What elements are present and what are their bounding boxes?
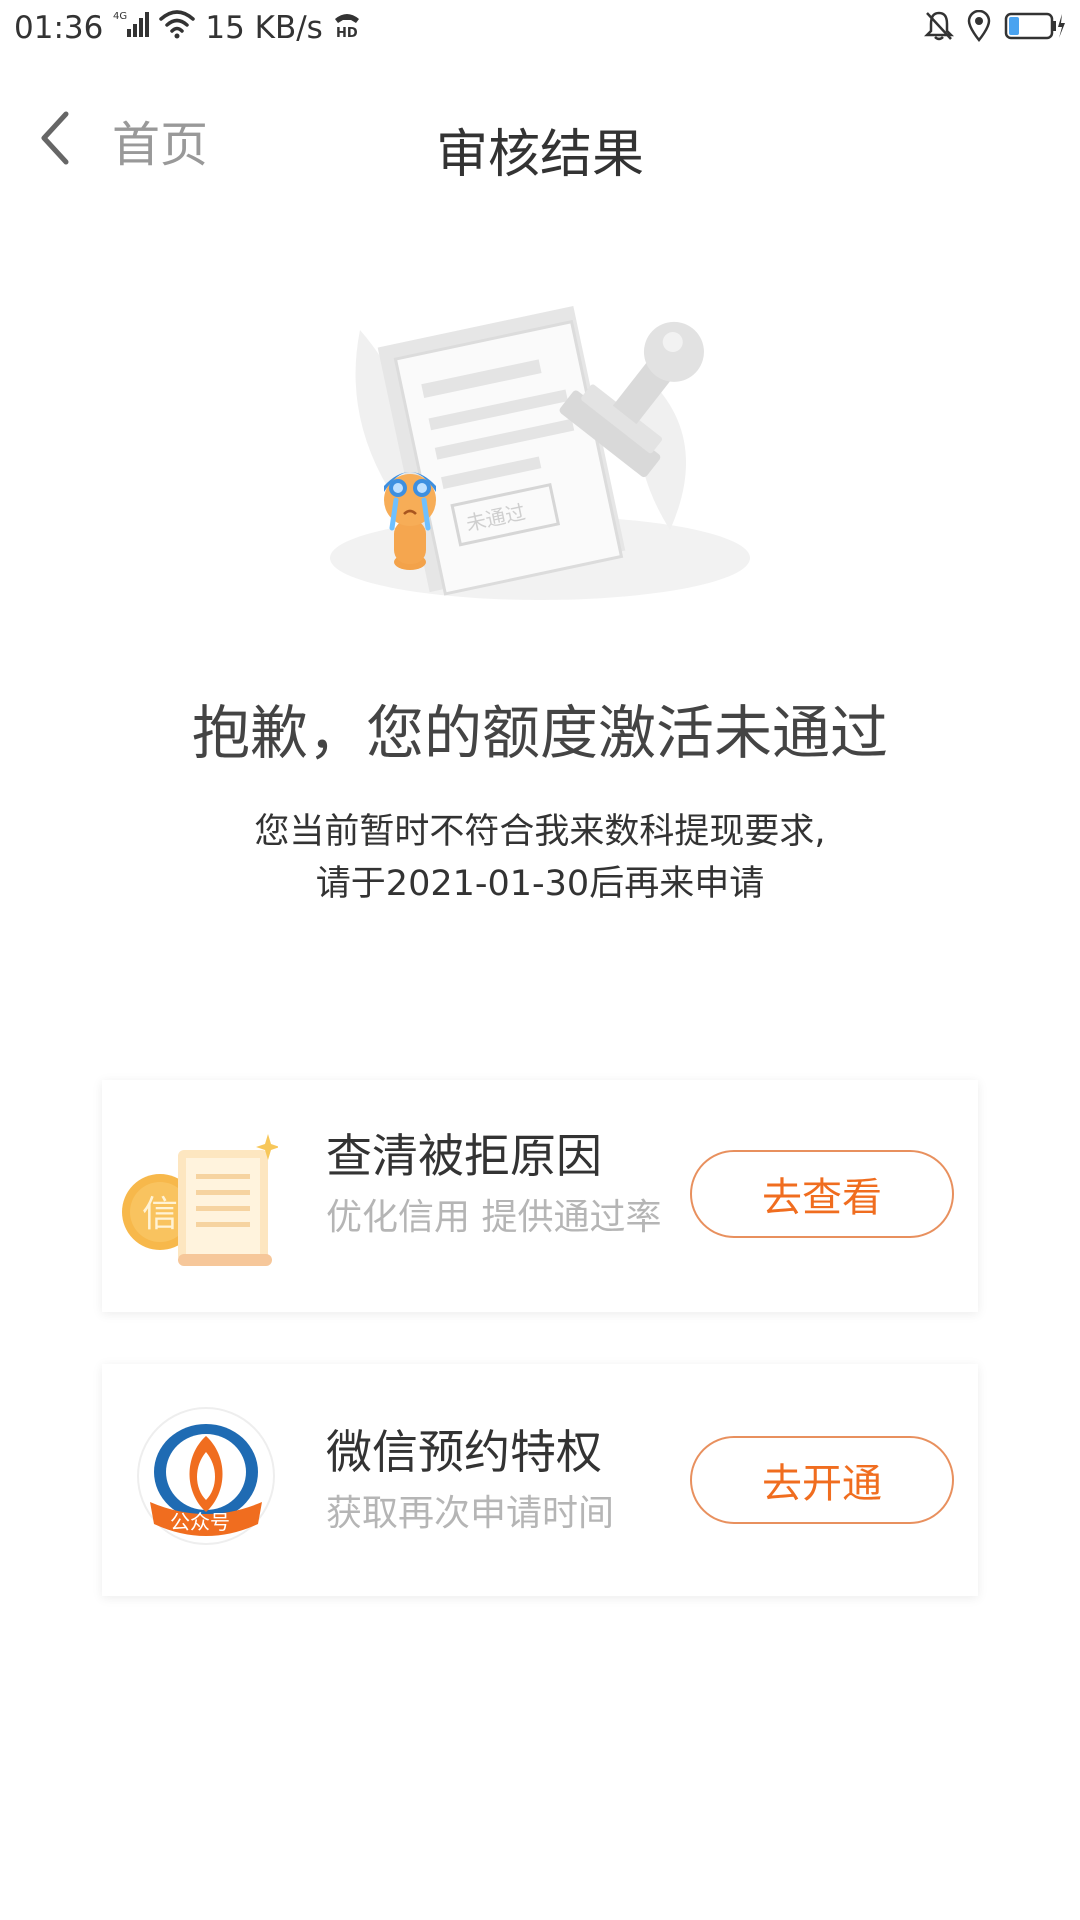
wechat-official-account-icon: 公众号	[136, 1406, 276, 1546]
result-description: 您当前暂时不符合我来数科提现要求, 请于2021-01-30后再来申请	[0, 806, 1080, 910]
status-time: 01:36	[14, 10, 104, 46]
wifi-icon	[159, 9, 196, 47]
network-speed: 15 KB/s	[205, 10, 323, 46]
card-subtitle: 获取再次申请时间	[326, 1493, 615, 1534]
battery-charging-icon	[992, 11, 1066, 45]
status-bar: 01:36 4G 15 KB/s HD	[0, 0, 1080, 56]
credit-scroll-icon: 信	[118, 1120, 280, 1280]
status-bar-left: 01:36 4G 15 KB/s HD	[14, 6, 363, 50]
coin-char: 信	[142, 1194, 178, 1235]
result-description-line-1: 您当前暂时不符合我来数科提现要求,	[254, 812, 826, 852]
open-privilege-button[interactable]: 去开通	[690, 1436, 954, 1524]
hd-call-icon: HD	[331, 9, 363, 47]
official-account-badge: 公众号	[170, 1510, 230, 1534]
result-description-line-2: 请于2021-01-30后再来申请	[315, 864, 765, 904]
result-title: 抱歉，您的额度激活未通过	[191, 699, 888, 767]
nav-bar: 首页 审核结果	[0, 90, 1080, 190]
network-type-label: 4G	[113, 11, 127, 22]
location-icon	[954, 9, 992, 46]
card-text: 微信预约特权 获取再次申请时间	[326, 1422, 666, 1536]
status-bar-right	[912, 6, 1066, 50]
card-text: 查清被拒原因 优化信用 提供通过率	[326, 1126, 666, 1240]
card-title: 微信预约特权	[326, 1425, 602, 1479]
hd-label: HD	[336, 26, 358, 39]
rejected-illustration: 未通过	[320, 290, 760, 610]
mute-bell-icon	[912, 10, 955, 46]
view-reason-button[interactable]: 去查看	[690, 1150, 954, 1238]
card-rejection-reason: 信 查清被拒原因 优化信用 提供通过率 去查看	[102, 1080, 978, 1312]
page-title: 审核结果	[435, 125, 644, 185]
cellular-signal-icon: 4G	[113, 9, 151, 47]
card-wechat-privilege: 公众号 微信预约特权 获取再次申请时间 去开通	[102, 1364, 978, 1596]
card-title: 查清被拒原因	[326, 1129, 602, 1183]
card-subtitle: 优化信用 提供通过率	[326, 1197, 662, 1238]
